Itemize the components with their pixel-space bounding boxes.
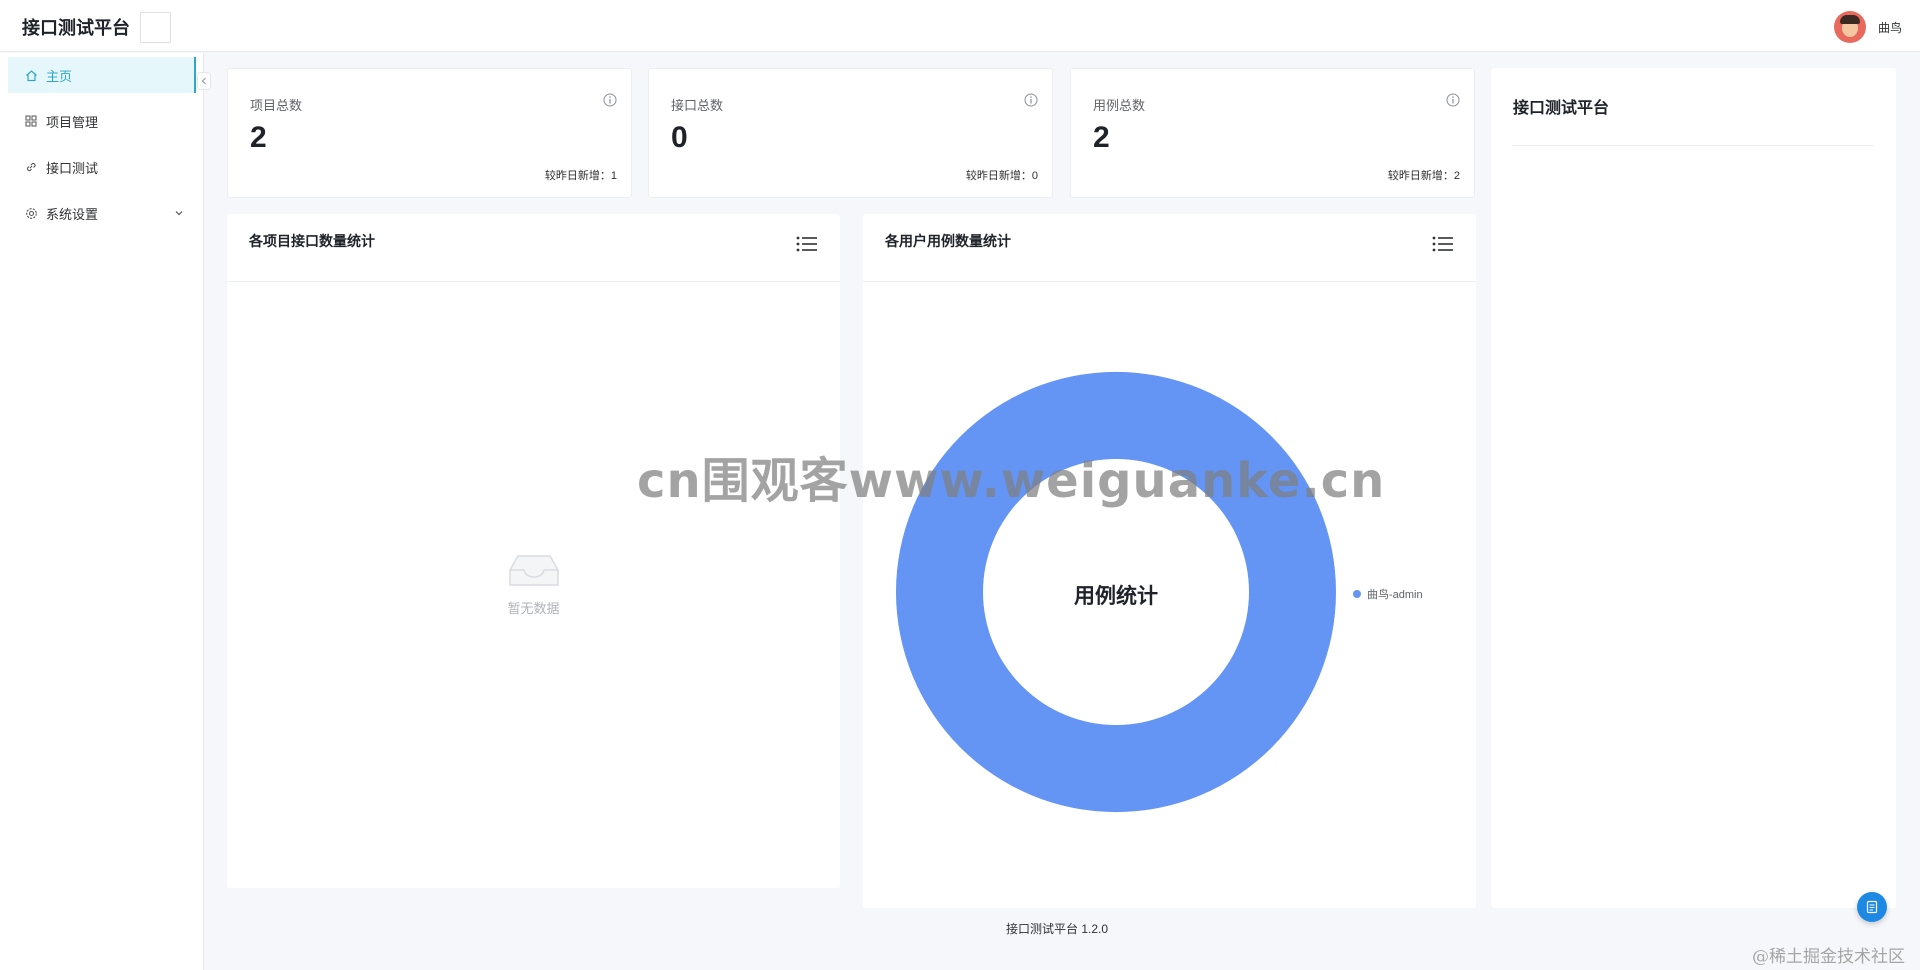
app-title: 接口测试平台	[22, 18, 130, 38]
info-icon[interactable]	[603, 93, 617, 107]
sidebar-collapse-button[interactable]	[197, 72, 211, 90]
stat-card-apis: 接口总数 0 较昨日新增：0	[648, 68, 1053, 198]
stat-sub: 较昨日新增：0	[965, 170, 1038, 182]
stat-value: 0	[671, 121, 688, 154]
sidebar-item-label: 主页	[46, 68, 73, 84]
stat-sub: 较昨日新增：1	[544, 170, 617, 182]
home-icon	[24, 68, 38, 82]
info-icon[interactable]	[1446, 93, 1460, 107]
logo-placeholder[interactable]	[140, 12, 171, 43]
panel-title: 接口测试平台	[1513, 100, 1610, 117]
stat-value: 2	[1093, 121, 1110, 154]
empty-text: 暂无数据	[507, 601, 560, 616]
stat-card-projects: 项目总数 2 较昨日新增：1	[227, 68, 632, 198]
stat-card-cases: 用例总数 2 较昨日新增：2	[1070, 68, 1475, 198]
chart-legend[interactable]: 曲鸟-admin	[1353, 586, 1423, 602]
grid-icon	[24, 114, 38, 128]
divider	[1513, 145, 1874, 146]
platform-info-panel: 接口测试平台	[1491, 68, 1896, 908]
sidebar: 主页 项目管理 接口测试 系统设置	[0, 53, 204, 970]
sidebar-item-projects[interactable]: 项目管理	[8, 103, 196, 139]
stat-title: 用例总数	[1093, 98, 1146, 113]
stat-title: 项目总数	[250, 98, 303, 113]
project-api-panel: 各项目接口数量统计 暂无数据	[227, 214, 840, 888]
stat-sub: 较昨日新增：2	[1387, 170, 1460, 182]
floating-action-button[interactable]	[1857, 892, 1887, 922]
stat-value: 2	[250, 121, 267, 154]
empty-state: 暂无数据	[227, 214, 840, 888]
stat-title: 接口总数	[671, 98, 724, 113]
user-name[interactable]: 曲鸟	[1878, 19, 1902, 36]
empty-inbox-icon	[509, 555, 559, 586]
legend-label: 曲鸟-admin	[1367, 589, 1423, 601]
sidebar-item-api-test[interactable]: 接口测试	[8, 149, 196, 185]
info-icon[interactable]	[1024, 93, 1038, 107]
document-icon	[1866, 900, 1878, 914]
top-header: 接口测试平台 曲鸟	[0, 0, 1920, 52]
legend-marker	[1353, 590, 1361, 598]
footer-version: 接口测试平台 1.2.0	[1006, 922, 1109, 936]
sidebar-item-home[interactable]: 主页	[8, 57, 196, 93]
sidebar-item-label: 项目管理	[46, 114, 99, 130]
link-icon	[24, 160, 38, 174]
chart-center-title: 用例统计	[1074, 584, 1158, 608]
chevron-down-icon	[174, 206, 184, 221]
sidebar-item-label: 接口测试	[46, 160, 99, 176]
case-donut-chart: 用例统计	[896, 371, 1336, 813]
corner-watermark: @稀土掘金技术社区	[1752, 947, 1905, 967]
sidebar-item-label: 系统设置	[46, 206, 99, 222]
user-avatar[interactable]	[1834, 11, 1866, 43]
watermark: cn围观客www.weiguanke.cn	[637, 453, 1386, 509]
gear-icon	[24, 206, 38, 220]
chevron-left-icon	[201, 77, 206, 85]
sidebar-item-settings[interactable]: 系统设置	[8, 195, 196, 231]
user-case-panel: 各用户用例数量统计 用例统计 曲鸟-admin	[863, 214, 1476, 908]
